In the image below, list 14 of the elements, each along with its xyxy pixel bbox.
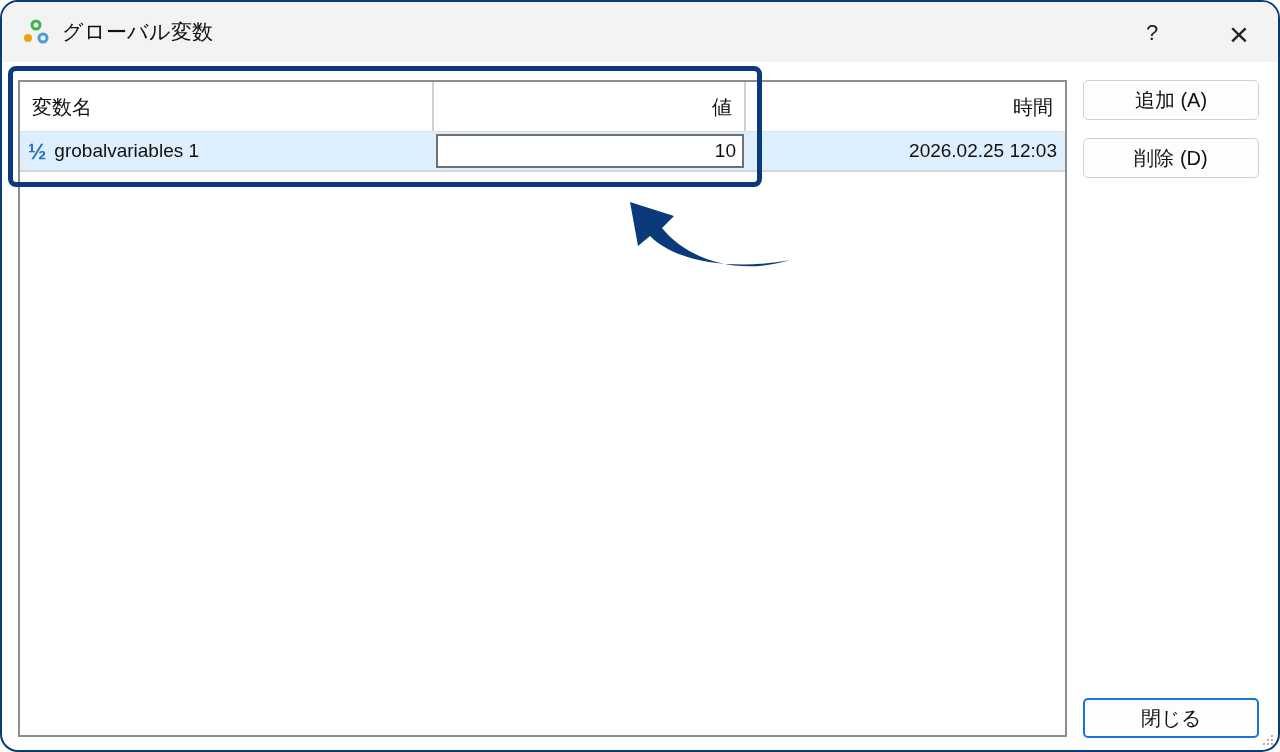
delete-button[interactable]: 削除 (D) [1083, 138, 1259, 178]
column-header[interactable]: 時間 [746, 82, 1065, 131]
value-input-field[interactable]: 10 [436, 134, 744, 168]
resize-grip-icon [1262, 734, 1274, 746]
app-icon [22, 18, 50, 46]
table-cell-text: 2026.02.25 12:03 [909, 138, 1057, 163]
close-dialog-button[interactable]: 閉じる [1083, 698, 1259, 738]
table-cell-text: grobalvariables 1 [54, 138, 200, 163]
window-title: グローバル変数 [62, 19, 213, 46]
table-row[interactable]: ½ grobalvariables 1 10 2026.02.25 12:03 [20, 132, 1065, 172]
help-button[interactable]: ? [1132, 12, 1172, 52]
fraction-icon: ½ [28, 134, 47, 168]
add-button[interactable]: 追加 (A) [1083, 80, 1259, 120]
close-button[interactable]: × [1216, 9, 1262, 55]
